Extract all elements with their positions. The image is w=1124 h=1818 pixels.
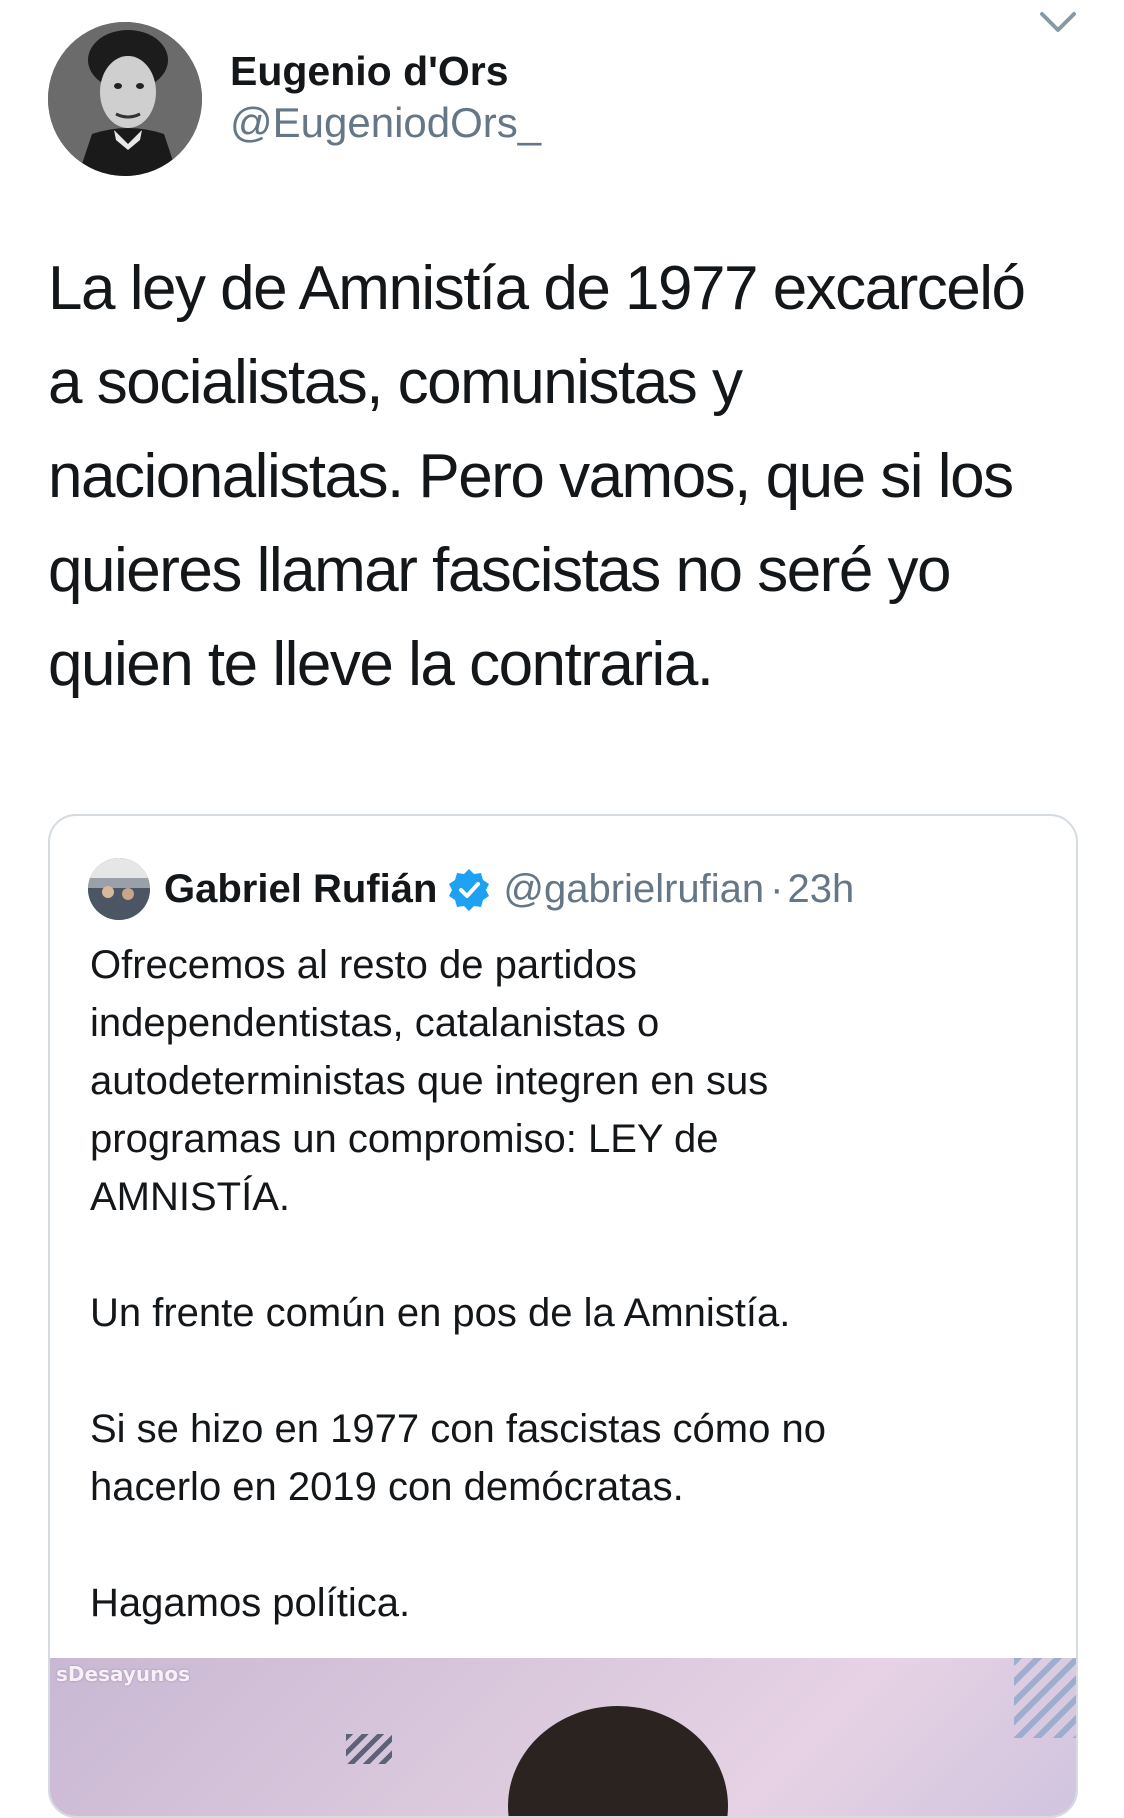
quoted-paragraph: Hagamos política. [90, 1581, 411, 1625]
chevron-down-icon[interactable] [1034, 4, 1082, 44]
media-stripes-decoration [346, 1734, 392, 1764]
quoted-tweet-header: Gabriel Rufián @gabrielrufian · 23h [88, 858, 854, 920]
quoted-handle[interactable]: @gabrielrufian [503, 867, 764, 912]
separator-dot: · [770, 866, 784, 911]
tweet[interactable]: Eugenio d'Ors @EugeniodOrs_ La ley de Am… [0, 0, 1124, 1818]
quoted-paragraph: Si se hizo en 1977 con fascistas cómo no… [90, 1407, 826, 1509]
quoted-paragraph: Un frente común en pos de la Amnistía. [90, 1291, 791, 1335]
quoted-media-video[interactable]: sDesayunos [50, 1658, 1076, 1816]
user-info: Eugenio d'Ors @EugeniodOrs_ [230, 45, 541, 149]
quoted-timestamp[interactable]: 23h [787, 867, 854, 912]
quoted-tweet[interactable]: Gabriel Rufián @gabrielrufian · 23h Ofre… [48, 814, 1078, 1818]
avatar[interactable] [48, 22, 202, 176]
verified-badge-icon [449, 869, 490, 911]
quoted-paragraph: Ofrecemos al resto de partidos independe… [90, 943, 769, 1219]
quoted-display-name[interactable]: Gabriel Rufián [164, 867, 437, 912]
media-watermark: sDesayunos [56, 1662, 191, 1686]
media-person-silhouette [508, 1706, 728, 1816]
quoted-avatar-image-icon [88, 858, 150, 920]
quoted-tweet-text: Ofrecemos al resto de partidos independe… [90, 936, 1050, 1690]
display-name[interactable]: Eugenio d'Ors [230, 45, 541, 97]
tweet-text: La ley de Amnistía de 1977 excarceló a s… [48, 254, 1026, 699]
user-handle[interactable]: @EugeniodOrs_ [230, 97, 541, 149]
avatar-portrait-icon [48, 22, 202, 176]
quoted-avatar[interactable] [88, 858, 150, 920]
media-stripes-decoration [1014, 1658, 1076, 1738]
tweet-header: Eugenio d'Ors @EugeniodOrs_ [48, 22, 541, 176]
